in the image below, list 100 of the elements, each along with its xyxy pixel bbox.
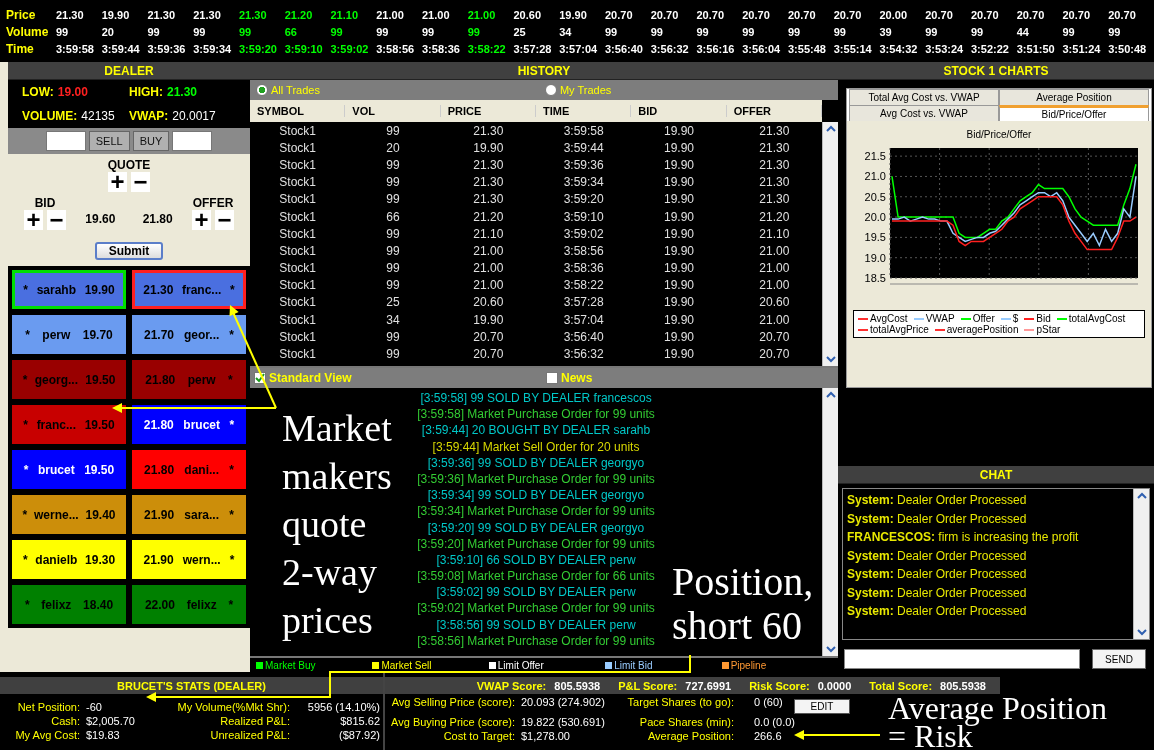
trader-name: geor...: [184, 327, 220, 342]
chart-tab[interactable]: Bid/Price/Offer: [999, 105, 1149, 121]
bid-quote[interactable]: * werne... 19.40: [12, 495, 126, 534]
bid-quote[interactable]: * danielb 19.30: [12, 540, 126, 579]
bid-quote[interactable]: * perw 19.70: [12, 315, 126, 354]
ticker-volume: 20: [101, 25, 115, 38]
log-entry: [3:59:02] Market Purchase Order for 99 units: [417, 600, 655, 617]
table-cell-text: 66: [385, 209, 401, 224]
offer-quote[interactable]: 21.90 wern... *: [132, 540, 246, 579]
ticker-volume: 99: [376, 25, 390, 38]
column-header[interactable]: SYMBOL: [250, 105, 346, 117]
send-button[interactable]: SEND: [1092, 649, 1146, 669]
table-cell-text: Stock1: [278, 329, 317, 344]
table-cell-text: 21.20: [758, 209, 791, 224]
offer-quote[interactable]: 21.90 sara... *: [132, 495, 246, 534]
quote-decrease-button[interactable]: −: [131, 172, 150, 192]
ticker-price: 20.60: [513, 8, 543, 21]
market-stat: VOLUME: 42135: [22, 109, 116, 123]
offer-quote[interactable]: 21.80 dani... *: [132, 450, 246, 489]
log-entry: [3:59:34] 99 SOLD BY DEALER georgyo: [427, 487, 645, 504]
column-header[interactable]: OFFER: [726, 105, 822, 117]
offer-quote[interactable]: 21.70 geor... *: [132, 315, 246, 354]
table-cell-text: 21.30: [758, 123, 791, 138]
table-cell-text: 19.90: [662, 312, 695, 327]
stat-value: $19.83: [85, 729, 121, 741]
submit-button[interactable]: Submit: [95, 242, 163, 260]
stat-value: 20.093 (274.902): [520, 696, 606, 710]
ticker-time: 3:53:24: [925, 42, 965, 55]
offer-decrease-button[interactable]: −: [215, 210, 234, 230]
table-cell-text: 19.90: [472, 140, 505, 155]
ticker-price: 20.70: [971, 8, 1000, 21]
ticker-volume: 99: [239, 25, 253, 38]
ticker-volume: 34: [559, 25, 573, 38]
offer-quote[interactable]: 22.00 felixz *: [132, 585, 246, 624]
chart-tab[interactable]: Total Avg Cost vs. VWAP: [849, 89, 999, 105]
table-cell-text: 21.10: [758, 226, 791, 241]
annotation-text: Average Position = Risk: [888, 694, 1108, 750]
stat-label: Realized P&L:: [219, 715, 290, 727]
table-cell-text: 99: [385, 278, 401, 293]
column-header[interactable]: PRICE: [440, 105, 536, 117]
trader-name: georg...: [34, 372, 78, 387]
chart-tab[interactable]: Average Position: [999, 89, 1149, 105]
ticker-volume: 44: [1016, 25, 1030, 38]
buy-button[interactable]: BUY: [132, 131, 170, 151]
ticker-price: 21.20: [284, 8, 314, 21]
log-entry: [3:58:56] Market Purchase Order for 99 units: [417, 632, 655, 649]
trade-filter-radio[interactable]: All Trades: [256, 84, 320, 96]
table-cell-text: 21.30: [472, 157, 505, 172]
ticker-price: 20.70: [650, 8, 680, 21]
quote-price: 19.90: [84, 282, 115, 297]
trader-name: felixz: [186, 597, 217, 612]
sell-button[interactable]: SELL: [88, 131, 130, 151]
stat-label: Cost to Target:: [442, 730, 515, 742]
view-checkbox[interactable]: News: [546, 371, 838, 385]
bid-quote[interactable]: * sarahb 19.90: [12, 270, 126, 309]
trader-name: danielb: [35, 552, 78, 567]
axis-label: 18.5: [864, 272, 886, 284]
legend-item: Market Sell: [372, 659, 489, 671]
bid-decrease-button[interactable]: −: [47, 210, 66, 230]
log-entry: [3:59:08] Market Purchase Order for 66 units: [417, 568, 655, 585]
annotation-text: Market makers quote 2-way prices: [282, 406, 393, 643]
quote-increase-button[interactable]: +: [108, 172, 127, 192]
chat-message: FRANCESCOS: firm is increasing the profit: [847, 530, 1080, 544]
quote-price: 21.80: [144, 462, 175, 477]
bid-quote[interactable]: * felixz 18.40: [12, 585, 126, 624]
stat-label: Avg Buying Price (score):: [390, 716, 515, 728]
table-cell-text: 21.10: [472, 226, 505, 241]
column-header[interactable]: BID: [631, 105, 727, 117]
table-cell-text: 3:57:04: [562, 312, 605, 327]
chart-tab[interactable]: Avg Cost vs. VWAP: [849, 105, 999, 121]
score-value: 805.5938: [554, 679, 601, 692]
table-cell-text: Stock1: [278, 175, 317, 190]
ticker-time: 3:59:20: [239, 42, 278, 55]
edit-button[interactable]: EDIT: [794, 699, 850, 714]
column-header[interactable]: VOL: [345, 105, 441, 117]
stat-label: Target Shares (to go):: [626, 696, 734, 710]
ticker-time: 3:56:32: [650, 42, 690, 55]
table-cell-text: 3:59:58: [562, 123, 605, 138]
chat-message: System: Dealer Order Processed: [847, 493, 1028, 507]
trade-filter-radio[interactable]: My Trades: [544, 84, 612, 96]
quote-price: 21.90: [144, 507, 175, 522]
offer-quote[interactable]: 21.30 franc... *: [132, 270, 246, 309]
table-cell-text: Stock1: [278, 209, 317, 224]
bid-quote[interactable]: * brucet 19.50: [12, 450, 126, 489]
stat-value: 0 (60): [753, 696, 784, 710]
ticker-time: 3:59:36: [147, 42, 187, 55]
offer-increase-button[interactable]: +: [192, 210, 211, 230]
table-cell-text: 21.20: [472, 209, 505, 224]
ticker-volume: 99: [833, 25, 847, 38]
ticker-time: 3:51:50: [1016, 42, 1056, 55]
score-label: P&L Score:: [618, 679, 678, 692]
trader-name: perw: [187, 372, 216, 387]
stat-value: 0.0 (0.0): [753, 716, 794, 728]
ticker-time: 3:59:02: [330, 42, 370, 55]
bid-increase-button[interactable]: +: [24, 210, 43, 230]
column-header[interactable]: TIME: [536, 105, 632, 117]
view-checkbox[interactable]: Standard View: [254, 371, 546, 385]
quote-price: 19.50: [84, 462, 115, 477]
ticker-volume: 99: [696, 25, 710, 38]
offer-quote[interactable]: 21.80 brucet *: [132, 405, 246, 444]
